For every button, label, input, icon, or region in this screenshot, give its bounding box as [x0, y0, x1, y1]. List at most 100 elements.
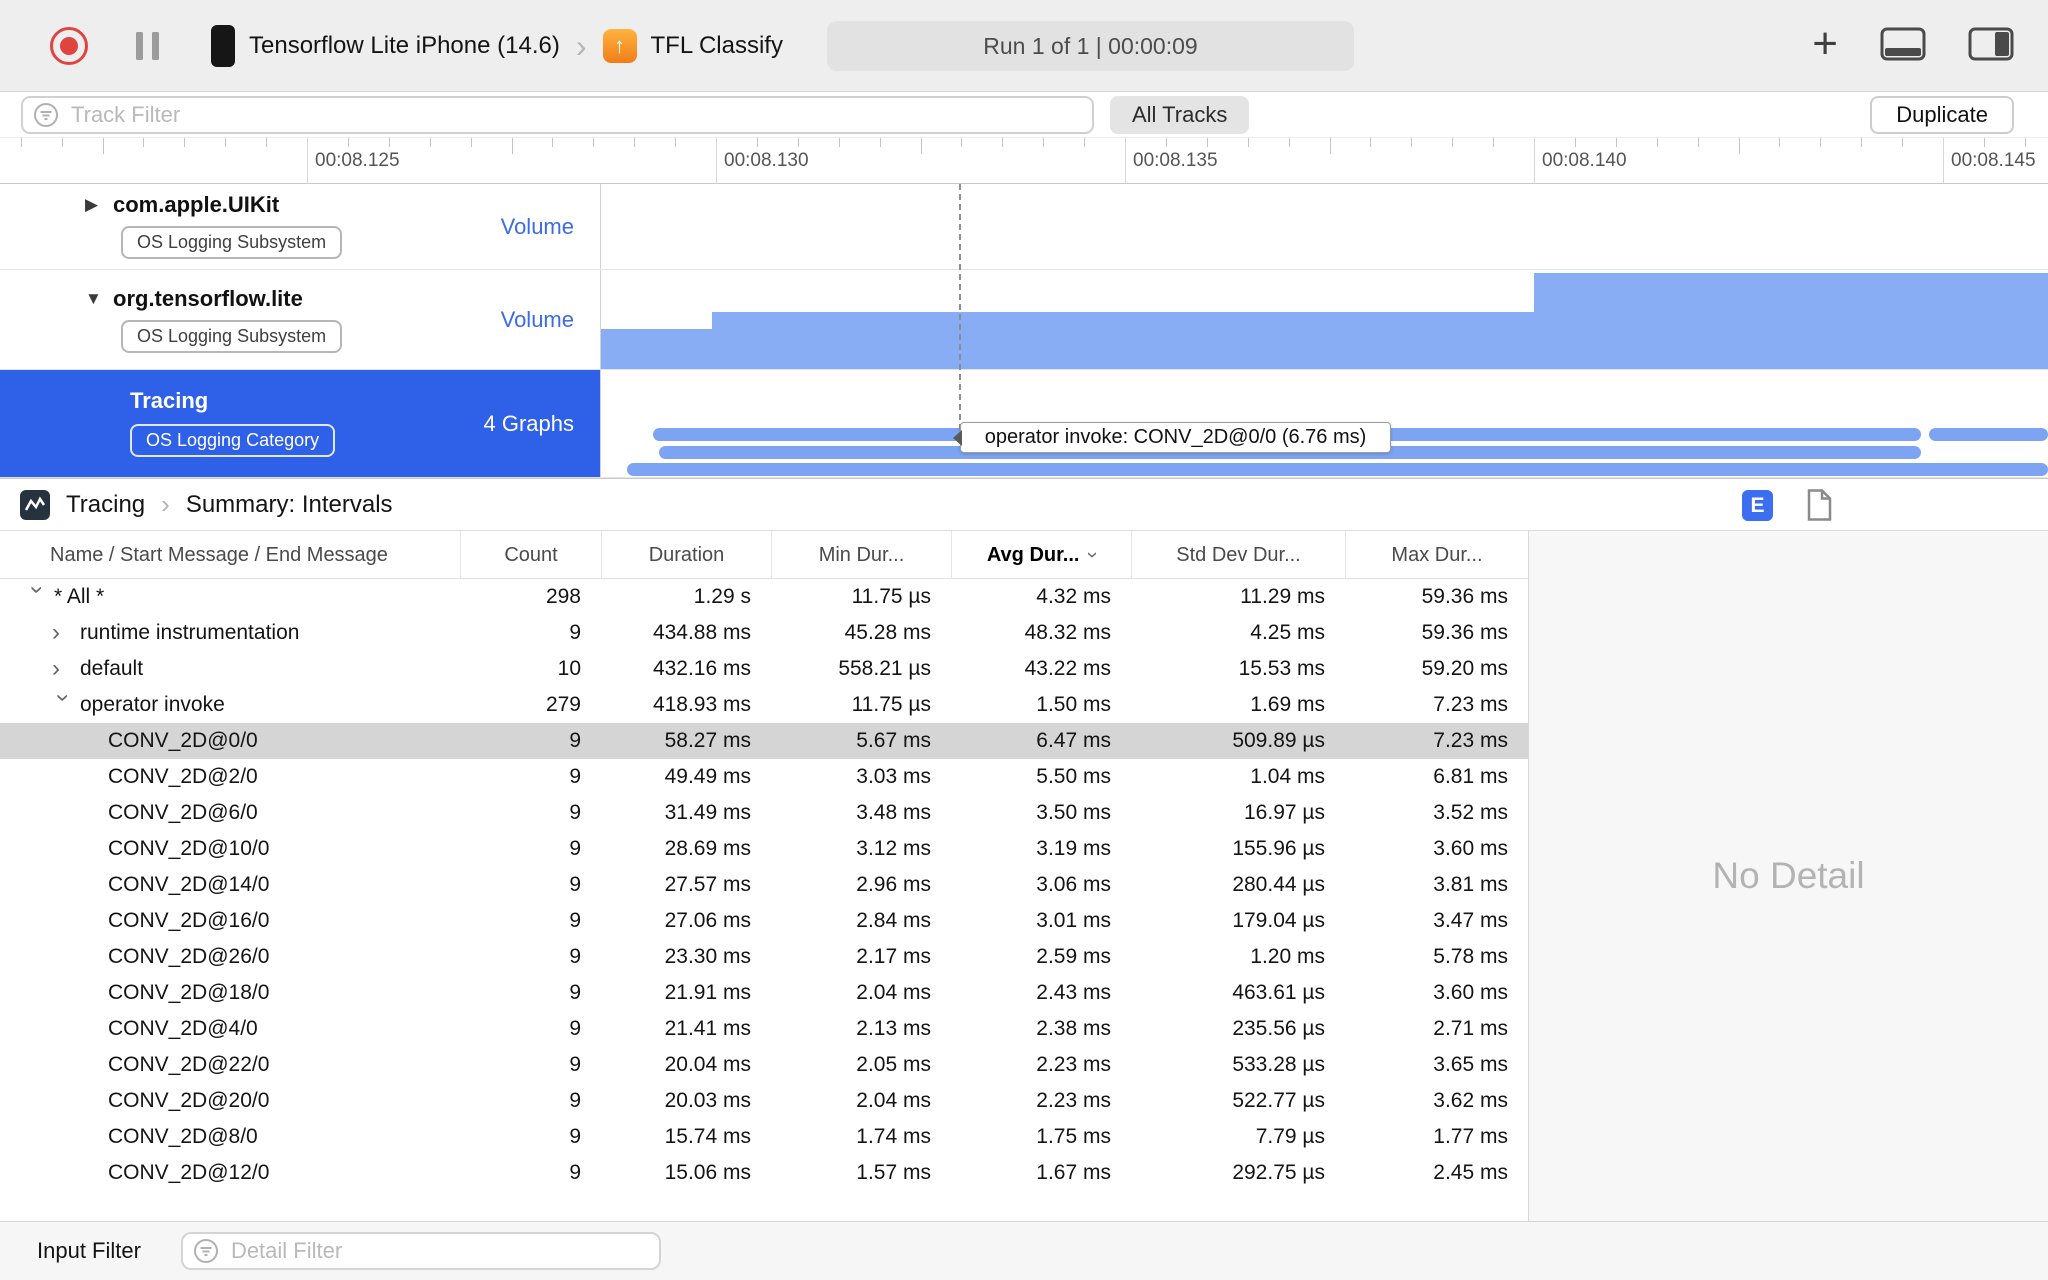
- chevron-right-icon[interactable]: ›: [52, 621, 80, 645]
- disclosure-triangle-icon[interactable]: ▶: [85, 195, 113, 215]
- table-row[interactable]: CONV_2D@20/0 9 20.03 ms 2.04 ms 2.23 ms 522.7…: [0, 1083, 1528, 1119]
- disclosure-triangle-icon[interactable]: ▼: [85, 289, 113, 309]
- table-row[interactable]: CONV_2D@12/0 9 15.06 ms 1.57 ms 1.67 ms 292.7…: [0, 1155, 1528, 1191]
- table-row[interactable]: CONV_2D@18/0 9 21.91 ms 2.04 ms 2.43 ms 463.6…: [0, 975, 1528, 1011]
- table-row[interactable]: CONV_2D@4/0 9 21.41 ms 2.13 ms 2.38 ms 235.56…: [0, 1011, 1528, 1047]
- row-name-label: CONV_2D@4/0: [108, 1017, 258, 1040]
- track-label[interactable]: ▼ org.tensorflow.lite OS Logging Subsyst…: [0, 270, 601, 369]
- cell-count: 9: [569, 765, 581, 788]
- ruler-tick: [675, 138, 677, 147]
- run-status[interactable]: Run 1 of 1 | 00:00:09: [827, 21, 1354, 71]
- row-name-cell: › * All *: [0, 585, 460, 609]
- row-name-label: default: [80, 657, 144, 680]
- document-button[interactable]: [1806, 489, 1832, 526]
- pause-button[interactable]: [136, 31, 159, 60]
- table-row[interactable]: › default 10 432.16 ms 558.21 µs 43.22 ms 15.5…: [0, 651, 1528, 687]
- track-graph[interactable]: operator invoke: CONV_2D@0/0 (6.76 ms): [601, 370, 2048, 477]
- cell-avg: 2.23 ms: [1036, 1089, 1111, 1112]
- column-header-avg[interactable]: Avg Dur... ›: [951, 531, 1131, 579]
- cell-avg: 1.75 ms: [1036, 1125, 1111, 1148]
- table-row[interactable]: CONV_2D@6/0 9 31.49 ms 3.48 ms 3.50 ms 16.97 …: [0, 795, 1528, 831]
- cell-std: 7.79 µs: [1255, 1125, 1325, 1148]
- target-selector[interactable]: Tensorflow Lite iPhone (14.6) › ↑ TFL Cl…: [211, 24, 783, 67]
- table-row[interactable]: CONV_2D@8/0 9 15.74 ms 1.74 ms 1.75 ms 7.79 µ…: [0, 1119, 1528, 1155]
- cell-std: 235.56 µs: [1232, 1017, 1325, 1040]
- breadcrumb-leaf[interactable]: Summary: Intervals: [186, 491, 393, 519]
- cell-duration: 15.06 ms: [664, 1161, 751, 1184]
- toggle-bottom-pane-button[interactable]: [1880, 27, 1926, 66]
- ruler-tick: [2024, 138, 2026, 147]
- timeline-ruler[interactable]: 00:08.125 00:08.130 00:08.135 00:08.140 00:0…: [0, 138, 2048, 184]
- table-row[interactable]: CONV_2D@16/0 9 27.06 ms 2.84 ms 3.01 ms 179.0…: [0, 903, 1528, 939]
- cell-max: 2.45 ms: [1433, 1161, 1508, 1184]
- row-name-cell: CONV_2D@22/0: [0, 1053, 460, 1077]
- row-name-label: CONV_2D@18/0: [108, 981, 270, 1004]
- column-header-name[interactable]: Name / Start Message / End Message: [0, 531, 460, 579]
- table-row[interactable]: › operator invoke 279 418.93 ms 11.75 µs 1.50…: [0, 687, 1528, 723]
- ruler-tick: [225, 138, 227, 147]
- cell-count: 9: [569, 909, 581, 932]
- expanded-detail-button[interactable]: E: [1742, 490, 1773, 521]
- tooltip-text: operator invoke: CONV_2D@0/0 (6.76 ms): [984, 426, 1367, 448]
- track-graph[interactable]: [601, 184, 2048, 269]
- cell-min: 2.04 ms: [856, 981, 931, 1004]
- track-filter-field[interactable]: [21, 96, 1094, 134]
- cell-duration: 21.41 ms: [664, 1017, 751, 1040]
- cell-duration: 31.49 ms: [664, 801, 751, 824]
- table-row[interactable]: CONV_2D@10/0 9 28.69 ms 3.12 ms 3.19 ms 155.9…: [0, 831, 1528, 867]
- cell-count: 279: [545, 693, 581, 716]
- playhead-line[interactable]: [959, 184, 961, 430]
- toggle-right-pane-button[interactable]: [1968, 27, 2014, 66]
- column-header-avg-label: Avg Dur...: [986, 544, 1080, 566]
- record-button[interactable]: [50, 26, 88, 65]
- cell-std: 463.61 µs: [1232, 981, 1325, 1004]
- track-label[interactable]: ▶ com.apple.UIKit OS Logging Subsystem V…: [0, 184, 601, 269]
- table-row[interactable]: CONV_2D@0/0 9 58.27 ms 5.67 ms 6.47 ms 509.89…: [0, 723, 1528, 759]
- track-tensorflow-lite[interactable]: ▼ org.tensorflow.lite OS Logging Subsyst…: [0, 270, 2048, 370]
- table-row[interactable]: › * All * 298 1.29 s 11.75 µs 4.32 ms 11.29 ms…: [0, 579, 1528, 615]
- ruler-tick: [347, 138, 349, 147]
- row-name-label: CONV_2D@16/0: [108, 909, 270, 932]
- row-name-cell: CONV_2D@16/0: [0, 909, 460, 933]
- column-header-max[interactable]: Max Dur...: [1345, 531, 1528, 579]
- chevron-right-icon[interactable]: ›: [52, 657, 80, 681]
- column-header-stddev[interactable]: Std Dev Dur...: [1131, 531, 1345, 579]
- track-graph[interactable]: [601, 270, 2048, 369]
- bottom-filter-bar: Input Filter: [0, 1221, 2048, 1280]
- interval-tooltip: operator invoke: CONV_2D@0/0 (6.76 ms): [960, 422, 1391, 453]
- table-row[interactable]: CONV_2D@22/0 9 20.04 ms 2.05 ms 2.23 ms 533.2…: [0, 1047, 1528, 1083]
- cell-min: 1.74 ms: [856, 1125, 931, 1148]
- cell-duration: 28.69 ms: [664, 837, 751, 860]
- table-row[interactable]: CONV_2D@26/0 9 23.30 ms 2.17 ms 2.59 ms 1.20 …: [0, 939, 1528, 975]
- add-instrument-button[interactable]: +: [1812, 22, 1838, 66]
- track-label[interactable]: Tracing OS Logging Category 4 Graphs: [0, 370, 601, 477]
- column-header-count[interactable]: Count: [460, 531, 601, 579]
- row-name-label: CONV_2D@12/0: [108, 1161, 270, 1184]
- ruler-tick: [1697, 138, 1699, 147]
- cell-avg: 2.43 ms: [1036, 981, 1111, 1004]
- table-row[interactable]: CONV_2D@14/0 9 27.57 ms 2.96 ms 3.06 ms 280.4…: [0, 867, 1528, 903]
- ruler-tick: [61, 138, 63, 147]
- chevron-right-icon: ›: [161, 489, 170, 519]
- chevron-down-icon[interactable]: ›: [24, 586, 51, 609]
- ruler-tick: [634, 138, 636, 147]
- track-tracing[interactable]: Tracing OS Logging Category 4 Graphs ope…: [0, 370, 2048, 478]
- detail-filter-field[interactable]: [180, 1232, 661, 1270]
- ruler-tick: [879, 138, 881, 147]
- detail-filter-input[interactable]: [228, 1237, 659, 1265]
- ruler-tick: [1329, 138, 1331, 154]
- track-filter-input[interactable]: [69, 101, 1092, 129]
- column-header-duration[interactable]: Duration: [601, 531, 771, 579]
- column-header-min[interactable]: Min Dur...: [771, 531, 951, 579]
- table-row[interactable]: CONV_2D@2/0 9 49.49 ms 3.03 ms 5.50 ms 1.04 m…: [0, 759, 1528, 795]
- breadcrumb-root[interactable]: Tracing: [66, 491, 145, 519]
- ruler-label: 00:08.125: [315, 150, 400, 171]
- cell-duration: 1.29 s: [693, 585, 751, 608]
- chevron-down-icon[interactable]: ›: [50, 694, 77, 717]
- right-pane-icon: [1968, 27, 2014, 60]
- duplicate-button[interactable]: Duplicate: [1870, 96, 2014, 134]
- ruler-tick: [920, 138, 922, 154]
- table-row[interactable]: › runtime instrumentation 9 434.88 ms 45.28 …: [0, 615, 1528, 651]
- all-tracks-button[interactable]: All Tracks: [1110, 96, 1250, 134]
- track-uikit[interactable]: ▶ com.apple.UIKit OS Logging Subsystem V…: [0, 184, 2048, 270]
